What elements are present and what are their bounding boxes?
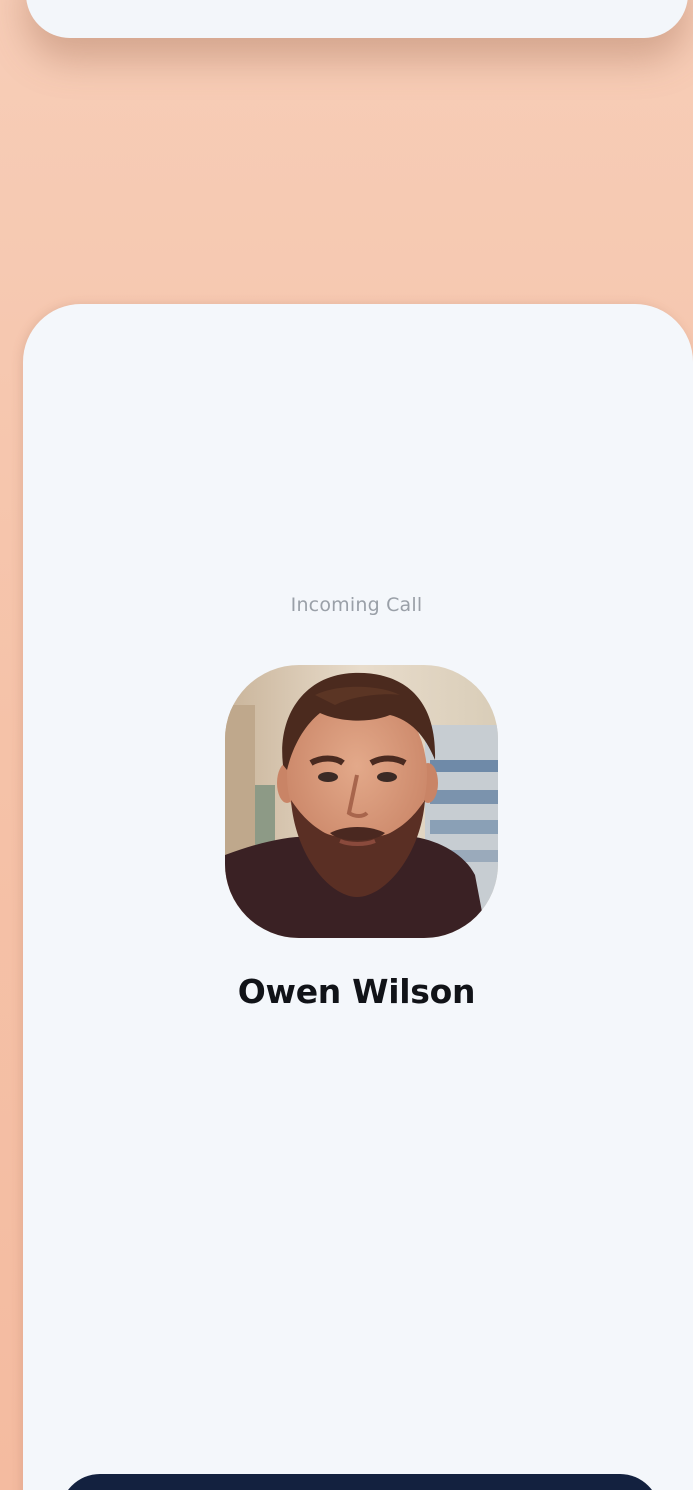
caller-name: Owen Wilson — [237, 972, 476, 1011]
call-action-bar[interactable] — [60, 1474, 660, 1490]
call-status-label: Incoming Call — [290, 594, 423, 616]
incoming-call-screen: Incoming Call Owen Wilson — [0, 0, 693, 1490]
previous-card — [26, 0, 688, 38]
caller-avatar — [225, 665, 498, 938]
